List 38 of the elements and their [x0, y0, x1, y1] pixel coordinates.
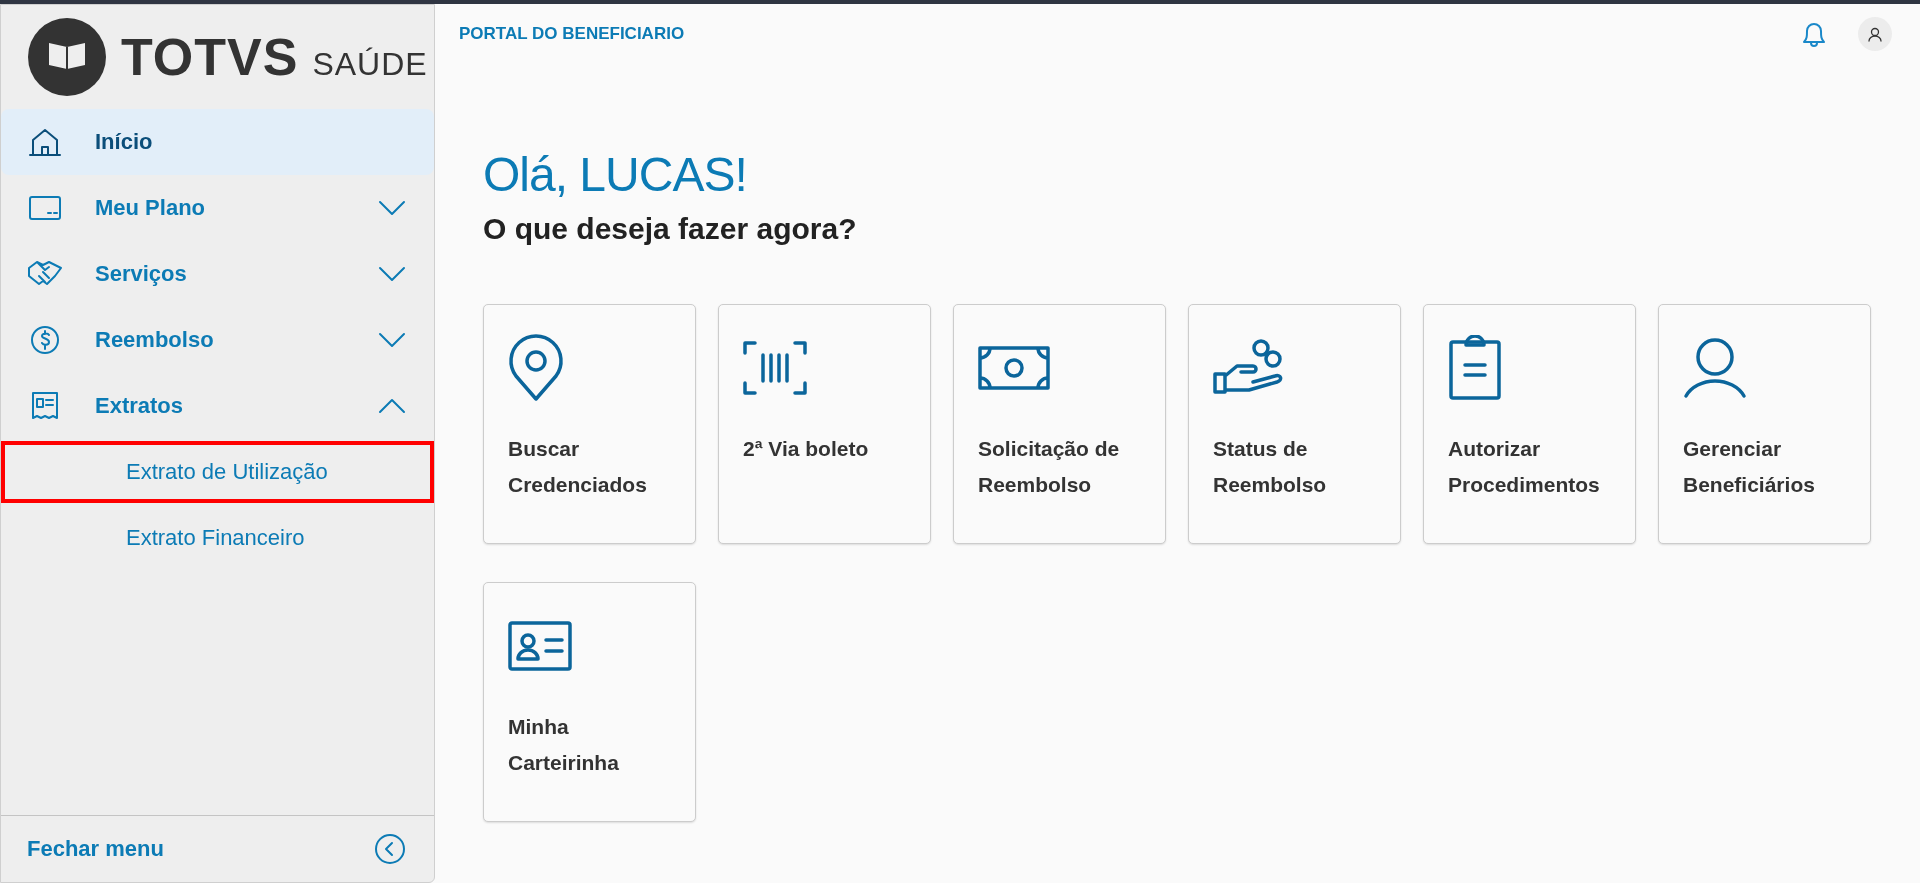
chevron-up-icon[interactable]: [378, 398, 406, 414]
card-icon: [28, 195, 62, 221]
menu-item[interactable]: Extratos: [1, 373, 434, 439]
action-card[interactable]: Gerenciar Beneficiários: [1658, 304, 1871, 544]
barcode-icon: [743, 341, 807, 395]
action-card[interactable]: Status de Reembolso: [1188, 304, 1401, 544]
logo-icon: [27, 17, 107, 97]
user-avatar[interactable]: [1858, 17, 1892, 51]
submenu-item[interactable]: Extrato de Utilização: [1, 441, 434, 503]
banknote-icon: [978, 346, 1050, 390]
logo-subtitle: SAÚDE: [312, 46, 428, 82]
subtitle: O que deseja fazer agora?: [483, 212, 858, 246]
menu-item[interactable]: Início: [1, 109, 434, 175]
action-card[interactable]: Solicitação de Reembolso: [953, 304, 1166, 544]
menu-item[interactable]: Meu Plano: [1, 175, 434, 241]
action-card[interactable]: 2ª Via boleto: [718, 304, 931, 544]
menu-item[interactable]: Serviços: [1, 241, 434, 307]
action-card[interactable]: Autorizar Procedimentos: [1423, 304, 1636, 544]
submenu-item[interactable]: Extrato Financeiro: [1, 507, 434, 569]
close-menu-link[interactable]: Fechar menu: [27, 836, 164, 862]
dollar-icon: [30, 325, 60, 355]
person-icon: [1683, 337, 1747, 399]
portal-title: PORTAL DO BENEFICIARIO: [459, 24, 685, 44]
handshake-icon: [27, 260, 63, 288]
chevron-down-icon[interactable]: [378, 266, 406, 282]
chevron-down-icon[interactable]: [378, 332, 406, 348]
id-card-icon: [508, 621, 572, 671]
chevron-down-icon[interactable]: [378, 200, 406, 216]
logo-text: TOTVS: [121, 28, 299, 86]
menu-item[interactable]: Reembolso: [1, 307, 434, 373]
home-icon: [28, 127, 62, 157]
receipt-icon: [30, 391, 60, 421]
greeting: Olá, LUCAS!: [483, 147, 748, 202]
collapse-icon[interactable]: [374, 833, 406, 865]
action-card[interactable]: Buscar Credenciados: [483, 304, 696, 544]
action-card[interactable]: Minha Carteirinha: [483, 582, 696, 822]
location-pin-icon: [508, 334, 564, 402]
clipboard-icon: [1448, 335, 1502, 401]
